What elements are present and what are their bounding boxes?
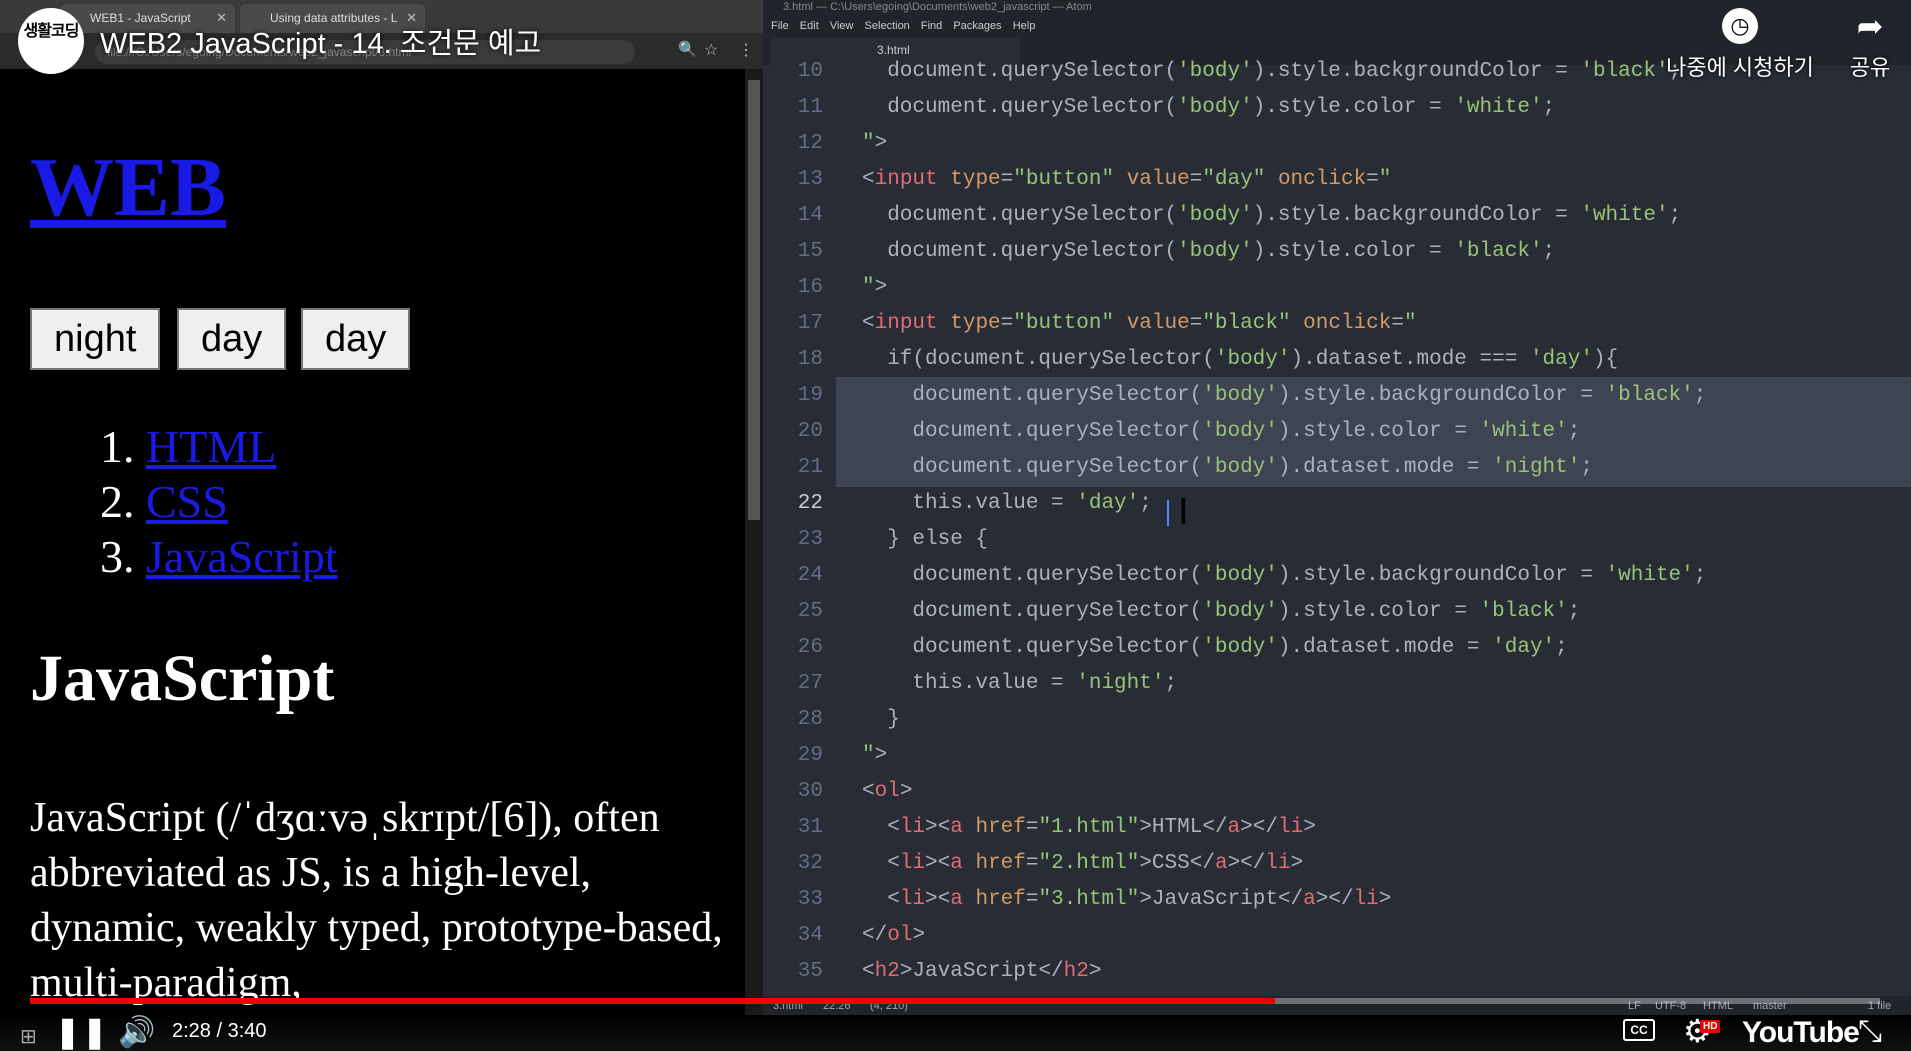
day-button[interactable]: day bbox=[177, 308, 287, 370]
code-line: "> bbox=[862, 132, 888, 155]
code-line: this.value = 'night'; bbox=[862, 672, 1178, 695]
code-line: <li><a href="2.html">CSS</a></li> bbox=[862, 852, 1304, 875]
menu-dots-icon[interactable]: ⋮ bbox=[738, 40, 754, 60]
clock-icon: ◷ bbox=[1722, 8, 1758, 44]
list-number: 1. bbox=[100, 421, 135, 472]
list-number: 2. bbox=[100, 476, 135, 527]
share-arrow-icon: ➦ bbox=[1856, 8, 1884, 44]
line-number: 18 bbox=[797, 348, 823, 371]
ibeam-cursor-icon: I bbox=[1178, 492, 1189, 533]
section-heading: JavaScript bbox=[30, 642, 335, 715]
line-number: 34 bbox=[797, 924, 823, 947]
line-number: 23 bbox=[797, 528, 823, 551]
code-line: document.querySelector('body').style.bac… bbox=[862, 384, 1707, 407]
menu-file[interactable]: File bbox=[771, 20, 789, 32]
menu-view[interactable]: View bbox=[830, 20, 854, 32]
nav-list: 1. HTML 2. CSS 3. JavaScript bbox=[100, 419, 338, 584]
line-number: 22 bbox=[797, 492, 823, 515]
web-page: WEB night day day 1. HTML 2. CSS 3. Java… bbox=[0, 69, 745, 1015]
code-line: document.querySelector('body').style.bac… bbox=[862, 204, 1682, 227]
code-line: if(document.querySelector('body').datase… bbox=[862, 348, 1619, 371]
line-number: 17 bbox=[797, 312, 823, 335]
code-line: <li><a href="1.html">HTML</a></li> bbox=[862, 816, 1316, 839]
page-heading-link[interactable]: WEB bbox=[30, 139, 226, 236]
pause-icon[interactable]: ❚❚ bbox=[55, 1015, 109, 1050]
code-line: document.querySelector('body').style.col… bbox=[862, 600, 1581, 623]
code-line: "> bbox=[862, 276, 888, 299]
zoom-icon[interactable]: 🔍 bbox=[678, 40, 697, 58]
code-line: document.querySelector('body').style.col… bbox=[862, 420, 1581, 443]
section-paragraph: JavaScript (/ˈdʒɑːvəˌskrɪpt/[6]), often … bbox=[30, 795, 723, 1006]
menu-find[interactable]: Find bbox=[921, 20, 942, 32]
code-line: <li><a href="3.html">JavaScript</a></li> bbox=[862, 888, 1392, 911]
channel-logo[interactable]: 생활코딩 bbox=[18, 8, 84, 74]
menu-help[interactable]: Help bbox=[1013, 20, 1036, 32]
line-number: 20 bbox=[797, 420, 823, 443]
line-number: 16 bbox=[797, 276, 823, 299]
code-line: document.querySelector('body').style.bac… bbox=[862, 60, 1682, 83]
list-item: 3. JavaScript bbox=[100, 529, 338, 584]
line-number: 21 bbox=[797, 456, 823, 479]
line-number: 35 bbox=[797, 960, 823, 983]
code-line: <ol> bbox=[862, 780, 913, 803]
code-line: document.querySelector('body').style.col… bbox=[862, 240, 1556, 263]
subtitles-icon[interactable]: CC bbox=[1623, 1019, 1655, 1041]
list-number: 3. bbox=[100, 531, 135, 582]
windows-taskbar: ⊞ bbox=[20, 1026, 37, 1048]
line-number: 26 bbox=[797, 636, 823, 659]
link-javascript[interactable]: JavaScript bbox=[146, 531, 338, 582]
line-number: 31 bbox=[797, 816, 823, 839]
line-number: 14 bbox=[797, 204, 823, 227]
video-title[interactable]: WEB2 JavaScript - 14. 조건문 예고 bbox=[100, 20, 541, 62]
code-line: document.querySelector('body').dataset.m… bbox=[862, 456, 1593, 479]
line-number: 15 bbox=[797, 240, 823, 263]
menu-packages[interactable]: Packages bbox=[953, 20, 1001, 32]
line-number: 27 bbox=[797, 672, 823, 695]
time-display: 2:28 / 3:40 bbox=[172, 1020, 267, 1042]
code-line: } bbox=[862, 708, 900, 731]
line-number: 19 bbox=[797, 384, 823, 407]
youtube-logo[interactable]: YouTube bbox=[1742, 1016, 1860, 1050]
code-line: } else { bbox=[862, 528, 989, 551]
share-label: 공유 bbox=[1849, 55, 1891, 80]
menu-edit[interactable]: Edit bbox=[800, 20, 819, 32]
line-number: 30 bbox=[797, 780, 823, 803]
code-line: <input type="button" value="day" onclick… bbox=[862, 168, 1392, 191]
code-line: "> bbox=[862, 744, 888, 767]
star-icon[interactable]: ☆ bbox=[704, 40, 718, 60]
progress-played bbox=[30, 998, 1276, 1004]
line-number: 24 bbox=[797, 564, 823, 587]
text-cursor bbox=[1167, 500, 1169, 526]
menu-selection[interactable]: Selection bbox=[865, 20, 910, 32]
hd-badge: HD bbox=[1700, 1020, 1721, 1033]
list-item: 2. CSS bbox=[100, 474, 338, 529]
link-css[interactable]: CSS bbox=[146, 476, 228, 527]
line-number: 10 bbox=[797, 60, 823, 83]
line-number: 29 bbox=[797, 744, 823, 767]
line-number: 33 bbox=[797, 888, 823, 911]
line-number: 11 bbox=[797, 96, 823, 119]
night-button[interactable]: night bbox=[30, 308, 161, 370]
link-html[interactable]: HTML bbox=[146, 421, 276, 472]
watch-later-label: 나중에 시청하기 bbox=[1666, 55, 1814, 80]
code-line: document.querySelector('body').style.bac… bbox=[862, 564, 1707, 587]
line-number: 25 bbox=[797, 600, 823, 623]
line-number: 32 bbox=[797, 852, 823, 875]
line-number: 28 bbox=[797, 708, 823, 731]
line-number: 12 bbox=[797, 132, 823, 155]
watch-later-button[interactable]: ◷ 나중에 시청하기 bbox=[1660, 8, 1820, 82]
code-line: document.querySelector('body').style.col… bbox=[862, 96, 1556, 119]
fullscreen-exit-icon[interactable]: ⤡ bbox=[1858, 1015, 1882, 1049]
line-number: 13 bbox=[797, 168, 823, 191]
share-button[interactable]: ➦ 공유 bbox=[1840, 8, 1900, 82]
black-button[interactable]: day bbox=[301, 308, 411, 370]
list-item: 1. HTML bbox=[100, 419, 338, 474]
code-line: </ol> bbox=[862, 924, 926, 947]
code-line: document.querySelector('body').dataset.m… bbox=[862, 636, 1568, 659]
scrollbar-thumb[interactable] bbox=[748, 80, 760, 520]
volume-icon[interactable]: 🔊 bbox=[118, 1015, 155, 1050]
code-line: <h2>JavaScript</h2> bbox=[862, 960, 1102, 983]
code-line: <input type="button" value="black" oncli… bbox=[862, 312, 1417, 335]
code-line: this.value = 'day'; bbox=[862, 492, 1152, 515]
